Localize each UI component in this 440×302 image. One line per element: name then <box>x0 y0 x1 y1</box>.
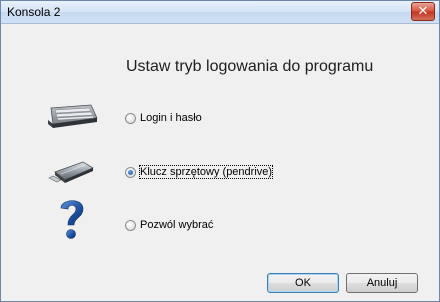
title-bar[interactable]: Konsola 2 ✕ <box>1 1 439 24</box>
dialog-heading: Ustaw tryb logowania do programu <box>126 58 374 75</box>
login-password-label[interactable]: Login i hasło <box>140 112 202 124</box>
dialog-body: Ustaw tryb logowania do programu Login i… <box>1 24 439 301</box>
let-choose-label[interactable]: Pozwól wybrać <box>140 219 213 231</box>
keyboard-icon <box>48 104 98 128</box>
ok-button[interactable]: OK <box>267 273 339 293</box>
close-icon: ✕ <box>417 4 429 19</box>
close-button[interactable]: ✕ <box>411 2 435 21</box>
cancel-button[interactable]: Anuluj <box>346 273 418 293</box>
let-choose-radio[interactable] <box>125 220 136 231</box>
hardware-key-label[interactable]: Klucz sprzętowy (pendrive) <box>138 165 274 179</box>
hardware-key-radio[interactable] <box>125 167 136 178</box>
usb-drive-icon <box>48 161 94 183</box>
window-title: Konsola 2 <box>7 5 61 19</box>
question-mark-icon <box>60 200 84 239</box>
login-password-radio[interactable] <box>125 113 136 124</box>
dialog-window: Konsola 2 ✕ Ustaw tryb logowania do prog… <box>0 0 440 302</box>
